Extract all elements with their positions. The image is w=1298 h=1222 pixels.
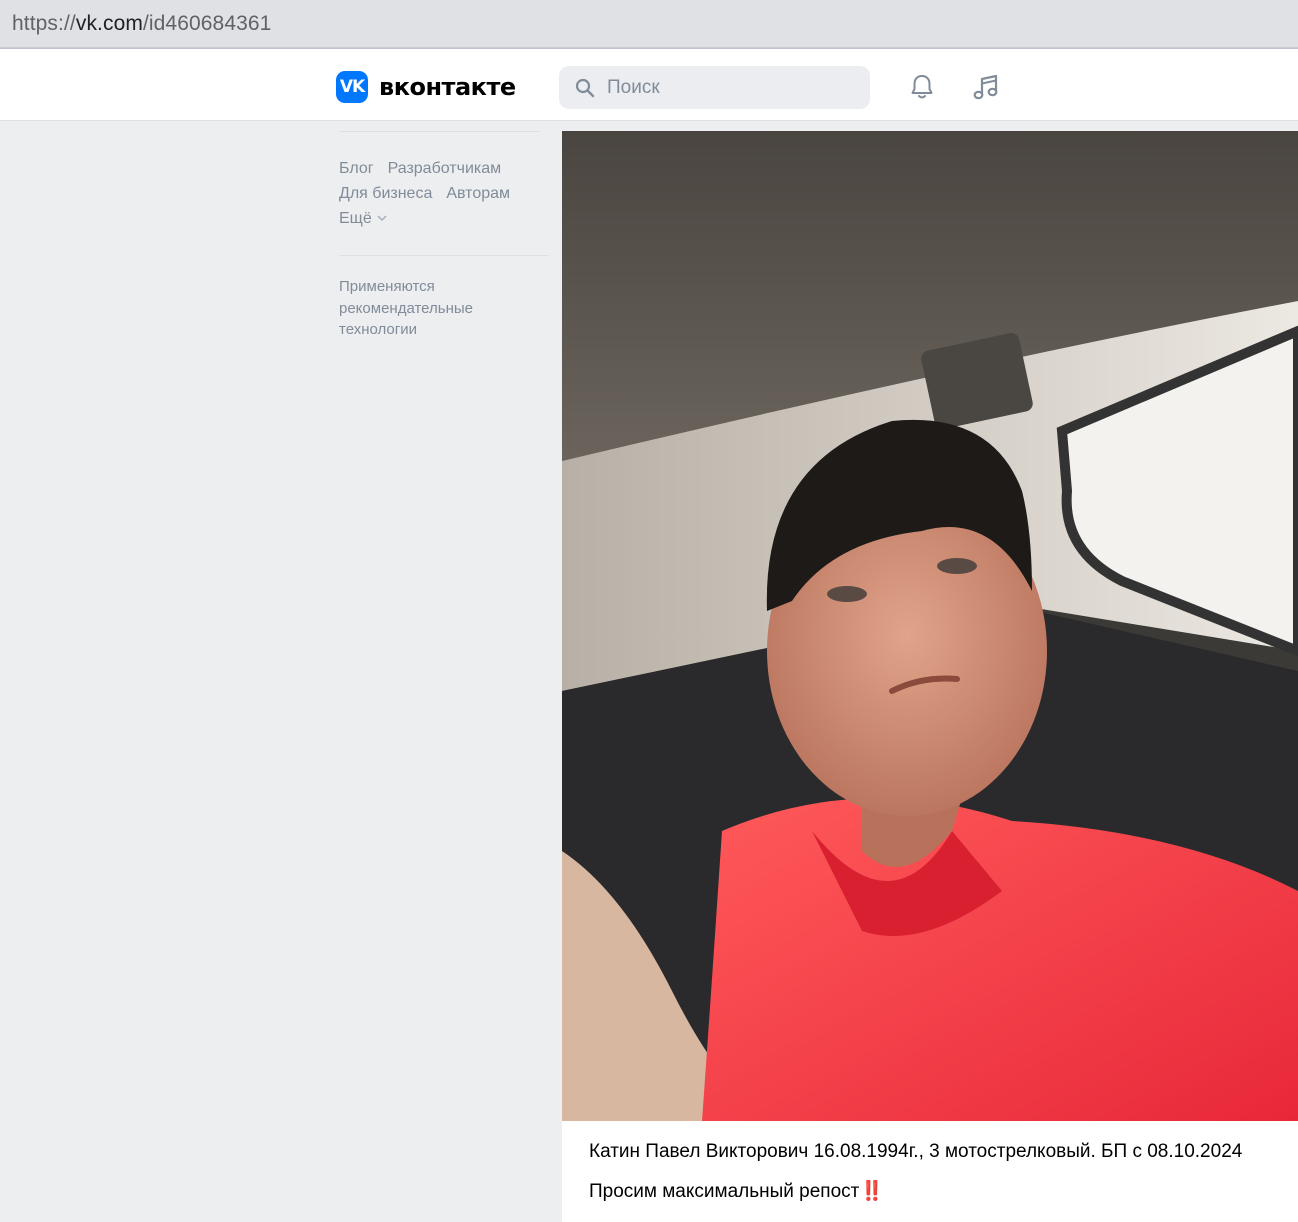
post-card: Катин Павел Викторович 16.08.1994г., 3 м… xyxy=(562,131,1298,1222)
more-button[interactable]: Ещё xyxy=(339,206,387,231)
post-caption-line2: Просим максимальный репост‼️ xyxy=(589,1179,884,1203)
more-label: Ещё xyxy=(339,210,372,227)
url-scheme: https:// xyxy=(12,12,76,35)
sidebar-divider-bottom xyxy=(339,255,549,256)
browser-address-bar[interactable]: https://vk.com/id460684361 xyxy=(0,0,1298,48)
bell-icon[interactable] xyxy=(906,71,938,103)
link-blog[interactable]: Блог xyxy=(339,160,374,177)
search-input[interactable] xyxy=(607,66,857,109)
footer-links: Блог Разработчикам Для бизнеса Авторам Ещё xyxy=(339,156,554,231)
url-text[interactable]: https://vk.com/id460684361 xyxy=(12,12,271,36)
sidebar-divider-top xyxy=(339,131,539,132)
vk-logo-icon: VK xyxy=(336,71,368,103)
link-authors[interactable]: Авторам xyxy=(446,185,510,202)
recommendation-notice[interactable]: Применяются рекомендательные технологии xyxy=(339,276,549,341)
double-exclamation-icon: ‼️ xyxy=(860,1181,884,1202)
search-box[interactable] xyxy=(559,66,870,109)
link-business[interactable]: Для бизнеса xyxy=(339,185,432,202)
top-header: VK вконтакте xyxy=(0,55,1298,121)
post-caption-text: Просим максимальный репост xyxy=(589,1181,860,1202)
vk-logo[interactable]: VK вконтакте xyxy=(336,71,516,103)
post-caption-line1: Катин Павел Викторович 16.08.1994г., 3 м… xyxy=(589,1141,1243,1162)
url-domain: vk.com xyxy=(75,12,143,35)
chevron-down-icon xyxy=(377,215,387,222)
browser-divider xyxy=(0,48,1298,55)
vk-logo-text: вконтакте xyxy=(379,73,516,101)
search-icon xyxy=(575,78,595,98)
music-icon[interactable] xyxy=(970,71,1002,103)
url-path: /id460684361 xyxy=(142,12,272,35)
post-photo[interactable] xyxy=(562,131,1298,1121)
link-developers[interactable]: Разработчикам xyxy=(388,160,502,177)
